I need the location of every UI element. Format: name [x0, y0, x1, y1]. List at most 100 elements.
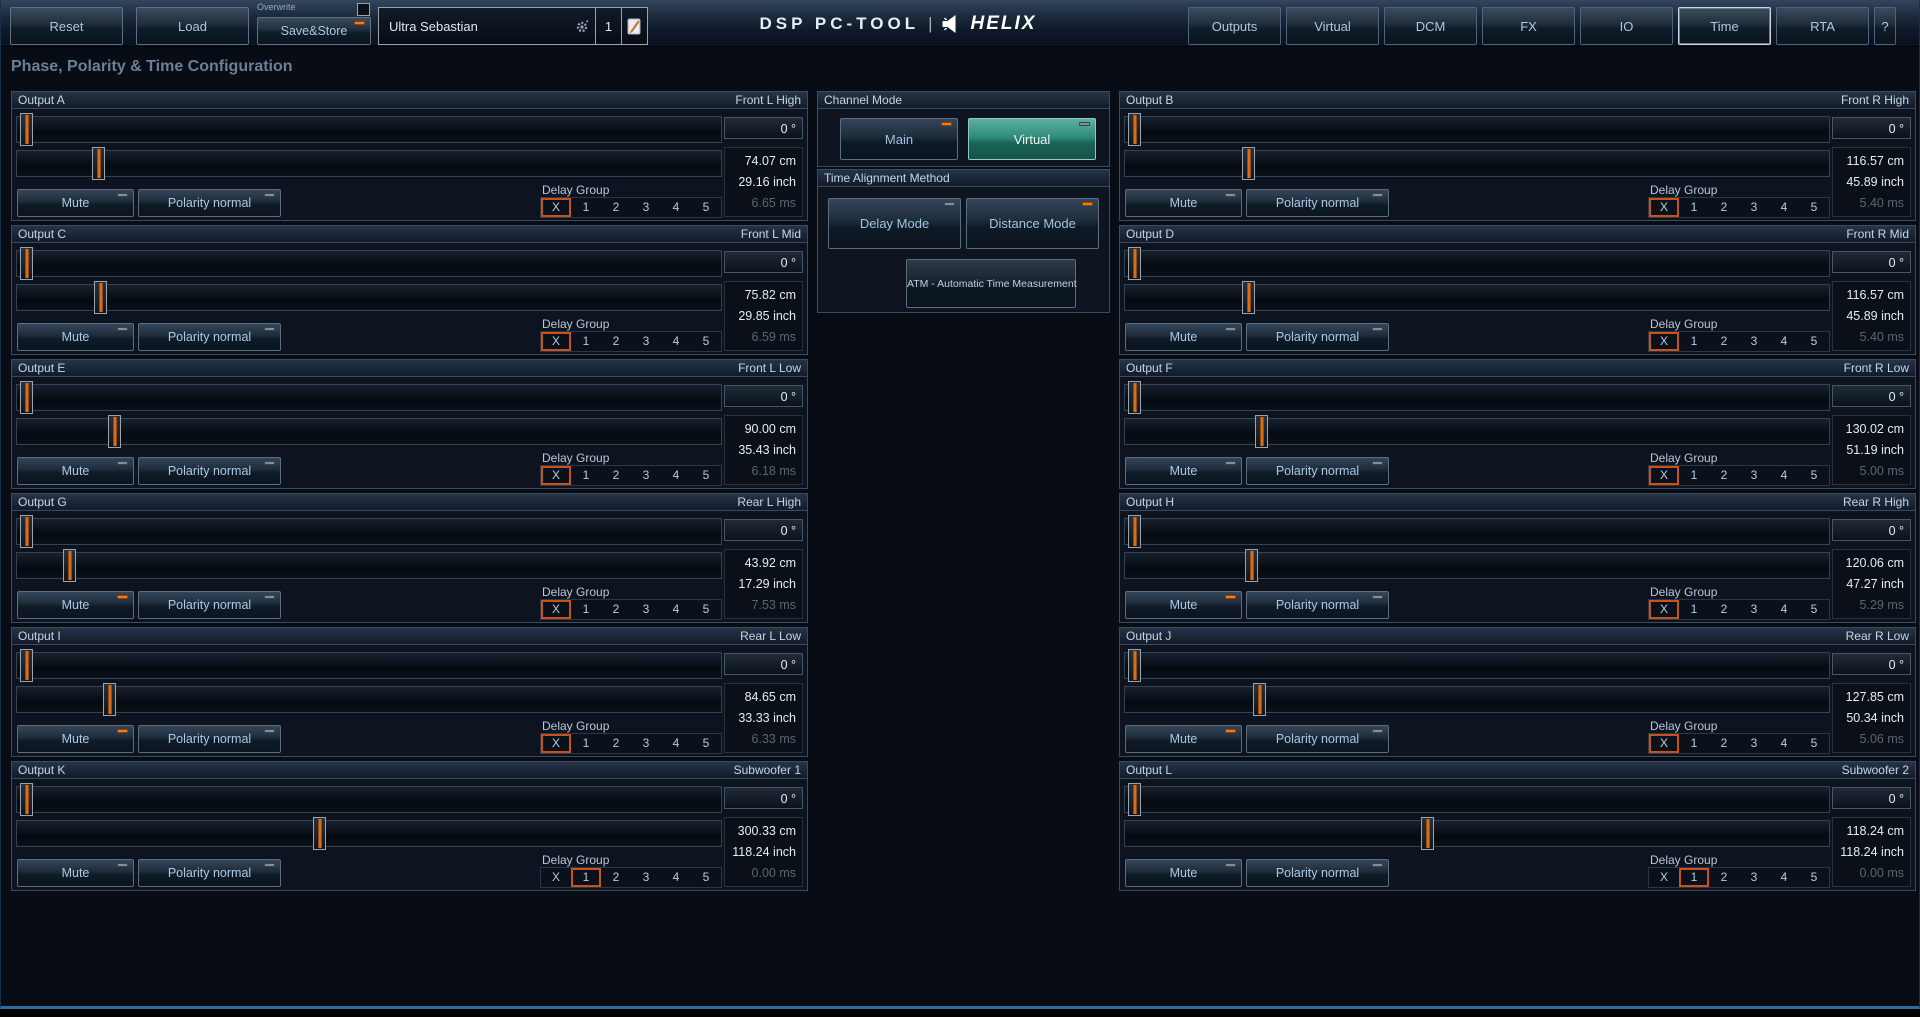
distance-inch-value[interactable]: 17.29 inch	[725, 577, 796, 591]
delay-group-button-4[interactable]: 4	[661, 600, 691, 619]
channel-mode-virtual-button[interactable]: Virtual	[968, 118, 1096, 160]
distance-slider-handle[interactable]	[63, 549, 76, 582]
delay-group-button-5[interactable]: 5	[1799, 332, 1829, 351]
delay-group-button-3[interactable]: 3	[631, 466, 661, 485]
delay-group-button-5[interactable]: 5	[1799, 466, 1829, 485]
distance-slider-handle[interactable]	[1242, 281, 1255, 314]
mute-button[interactable]: Mute	[1125, 323, 1242, 351]
distance-slider[interactable]	[16, 686, 722, 713]
polarity-button[interactable]: Polarity normal	[1246, 323, 1389, 351]
delay-group-button-3[interactable]: 3	[631, 600, 661, 619]
distance-inch-value[interactable]: 35.43 inch	[725, 443, 796, 457]
delay-group-button-x[interactable]: X	[541, 466, 571, 485]
delay-group-button-4[interactable]: 4	[1769, 734, 1799, 753]
tab-virtual[interactable]: Virtual	[1286, 7, 1379, 45]
delay-group-button-1[interactable]: 1	[1679, 198, 1709, 217]
distance-slider[interactable]	[1124, 284, 1830, 311]
distance-slider[interactable]	[16, 284, 722, 311]
tab-rta[interactable]: RTA	[1776, 7, 1869, 45]
distance-inch-value[interactable]: 47.27 inch	[1833, 577, 1904, 591]
phase-slider-handle[interactable]	[20, 515, 33, 548]
delay-group-button-2[interactable]: 2	[601, 332, 631, 351]
phase-value[interactable]: 0 °	[724, 385, 803, 407]
distance-slider[interactable]	[16, 150, 722, 177]
delay-group-button-2[interactable]: 2	[601, 198, 631, 217]
delay-group-button-1[interactable]: 1	[1679, 466, 1709, 485]
distance-inch-value[interactable]: 45.89 inch	[1833, 309, 1904, 323]
distance-slider[interactable]	[1124, 552, 1830, 579]
atm-button[interactable]: ATM - Automatic Time Measurement	[906, 259, 1076, 308]
delay-group-button-3[interactable]: 3	[1739, 868, 1769, 887]
polarity-button[interactable]: Polarity normal	[1246, 725, 1389, 753]
phase-value[interactable]: 0 °	[724, 653, 803, 675]
delay-group-button-1[interactable]: 1	[1679, 332, 1709, 351]
phase-value[interactable]: 0 °	[1832, 787, 1911, 809]
distance-slider[interactable]	[1124, 820, 1830, 847]
delay-group-button-3[interactable]: 3	[1739, 600, 1769, 619]
help-button[interactable]: ?	[1874, 7, 1896, 45]
distance-inch-value[interactable]: 29.85 inch	[725, 309, 796, 323]
delay-group-button-1[interactable]: 1	[571, 198, 601, 217]
polarity-button[interactable]: Polarity normal	[138, 859, 281, 887]
phase-slider-handle[interactable]	[20, 113, 33, 146]
phase-slider[interactable]	[1124, 384, 1830, 411]
mute-button[interactable]: Mute	[17, 725, 134, 753]
delay-group-button-2[interactable]: 2	[1709, 198, 1739, 217]
mute-button[interactable]: Mute	[1125, 725, 1242, 753]
phase-slider-handle[interactable]	[1128, 381, 1141, 414]
distance-inch-value[interactable]: 29.16 inch	[725, 175, 796, 189]
delay-group-button-5[interactable]: 5	[1799, 600, 1829, 619]
phase-slider[interactable]	[1124, 116, 1830, 143]
delay-group-button-1[interactable]: 1	[571, 600, 601, 619]
reset-button[interactable]: Reset	[10, 7, 123, 45]
phase-value[interactable]: 0 °	[724, 787, 803, 809]
phase-value[interactable]: 0 °	[724, 117, 803, 139]
distance-cm-value[interactable]: 84.65 cm	[725, 690, 796, 704]
phase-value[interactable]: 0 °	[1832, 117, 1911, 139]
load-button[interactable]: Load	[136, 7, 249, 45]
distance-slider[interactable]	[1124, 150, 1830, 177]
tab-time[interactable]: Time	[1678, 7, 1771, 45]
distance-slider-handle[interactable]	[108, 415, 121, 448]
phase-slider[interactable]	[16, 518, 722, 545]
delay-group-button-2[interactable]: 2	[601, 466, 631, 485]
phase-slider-handle[interactable]	[1128, 247, 1141, 280]
polarity-button[interactable]: Polarity normal	[1246, 457, 1389, 485]
delay-group-button-x[interactable]: X	[1649, 466, 1679, 485]
delay-group-button-x[interactable]: X	[541, 198, 571, 217]
polarity-button[interactable]: Polarity normal	[1246, 189, 1389, 217]
distance-slider[interactable]	[1124, 418, 1830, 445]
delay-group-button-2[interactable]: 2	[1709, 600, 1739, 619]
distance-slider[interactable]	[16, 552, 722, 579]
delay-group-button-4[interactable]: 4	[661, 734, 691, 753]
settings-gear-icon[interactable]	[569, 8, 595, 44]
delay-group-button-1[interactable]: 1	[1679, 734, 1709, 753]
phase-slider-handle[interactable]	[20, 247, 33, 280]
distance-cm-value[interactable]: 118.24 cm	[1833, 824, 1904, 838]
delay-group-button-3[interactable]: 3	[631, 734, 661, 753]
phase-slider-handle[interactable]	[20, 381, 33, 414]
phase-slider[interactable]	[16, 384, 722, 411]
delay-mode-button[interactable]: Delay Mode	[828, 198, 961, 249]
delay-group-button-5[interactable]: 5	[691, 466, 721, 485]
delay-group-button-x[interactable]: X	[541, 332, 571, 351]
device-name-field[interactable]: Ultra Sebastian	[379, 8, 569, 44]
delay-group-button-2[interactable]: 2	[601, 600, 631, 619]
delay-group-button-3[interactable]: 3	[1739, 198, 1769, 217]
distance-cm-value[interactable]: 75.82 cm	[725, 288, 796, 302]
phase-value[interactable]: 0 °	[1832, 653, 1911, 675]
delay-group-button-2[interactable]: 2	[1709, 466, 1739, 485]
distance-inch-value[interactable]: 118.24 inch	[725, 845, 796, 859]
distance-slider-handle[interactable]	[1421, 817, 1434, 850]
delay-group-button-5[interactable]: 5	[691, 868, 721, 887]
delay-group-button-4[interactable]: 4	[661, 466, 691, 485]
distance-slider[interactable]	[1124, 686, 1830, 713]
delay-group-button-4[interactable]: 4	[1769, 466, 1799, 485]
distance-cm-value[interactable]: 130.02 cm	[1833, 422, 1904, 436]
distance-cm-value[interactable]: 300.33 cm	[725, 824, 796, 838]
delay-group-button-5[interactable]: 5	[691, 600, 721, 619]
edit-note-icon[interactable]	[621, 8, 647, 44]
delay-group-button-4[interactable]: 4	[661, 198, 691, 217]
polarity-button[interactable]: Polarity normal	[138, 725, 281, 753]
overwrite-checkbox[interactable]	[357, 3, 370, 16]
